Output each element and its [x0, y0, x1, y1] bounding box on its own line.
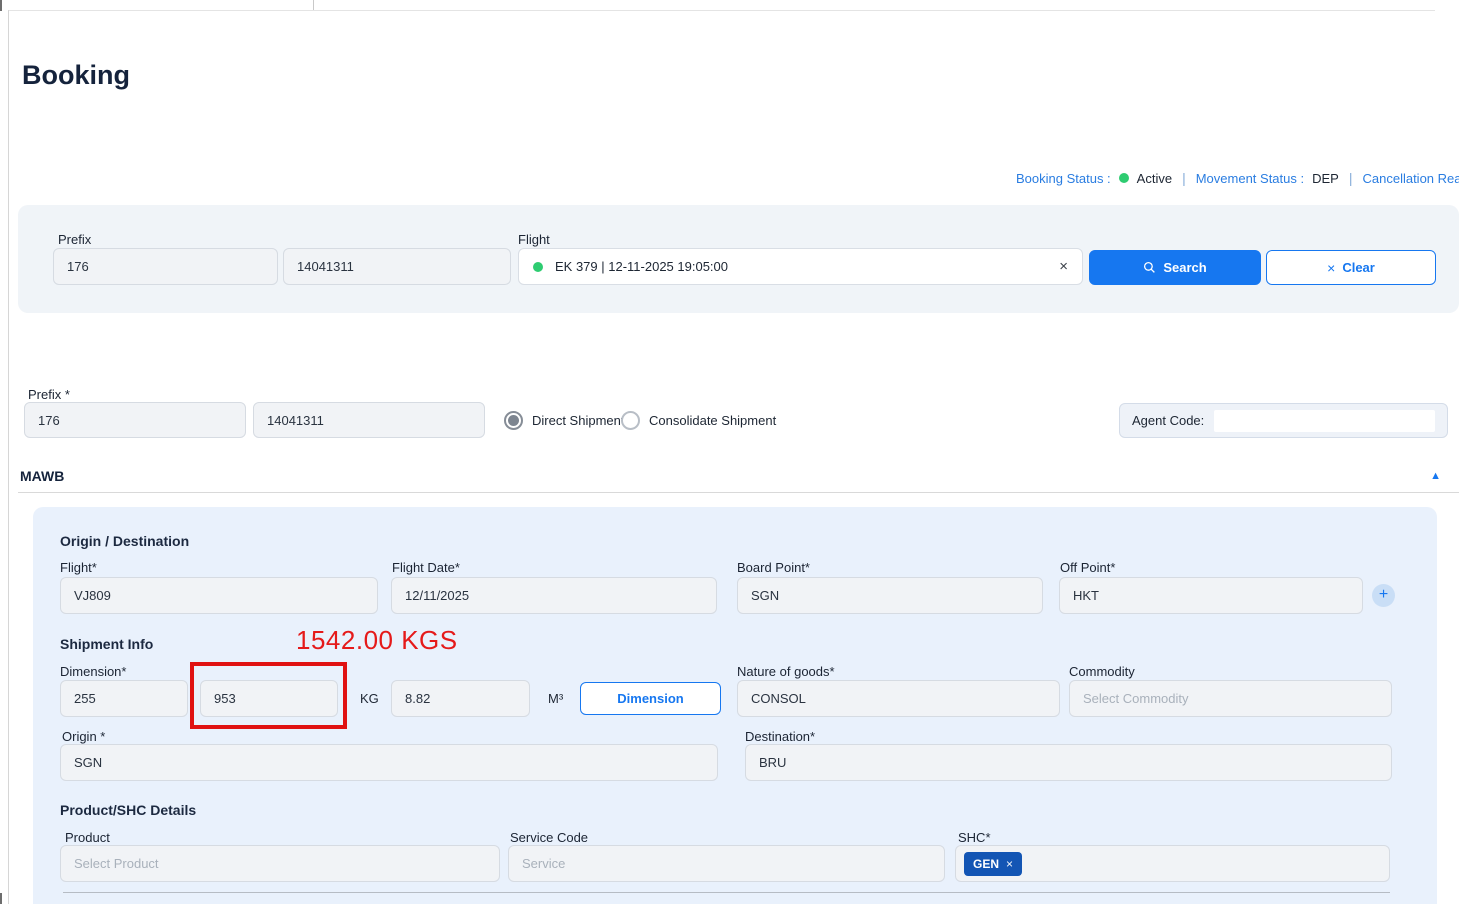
booking-prefix-input[interactable]: [24, 402, 246, 438]
mawb-header-divider: [18, 492, 1459, 493]
flight-select-value: EK 379 | 12-11-2025 19:05:00: [555, 259, 1047, 274]
origin-input[interactable]: [60, 744, 718, 781]
consolidate-shipment-radio[interactable]: Consolidate Shipment: [621, 411, 776, 430]
board-point-input[interactable]: [737, 577, 1043, 614]
page-title: Booking: [22, 60, 130, 91]
left-border-line: [8, 10, 9, 904]
booking-status-label: Booking Status :: [1016, 171, 1111, 186]
radio-unselected-icon: [621, 411, 640, 430]
product-label: Product: [65, 830, 110, 845]
flight-clear-icon[interactable]: ×: [1059, 259, 1068, 274]
pieces-input[interactable]: [60, 680, 188, 717]
mawb-section-label: MAWB: [20, 468, 64, 484]
top-tick-artifact: [313, 0, 314, 10]
origin-label: Origin *: [62, 729, 105, 744]
cancellation-reason-label: Cancellation Reason :: [1362, 171, 1459, 186]
off-point-label: Off Point*: [1060, 560, 1115, 575]
agent-code-label: Agent Code:: [1132, 413, 1204, 428]
booking-page: Booking Booking Status : Active | Moveme…: [0, 0, 1459, 904]
clear-button[interactable]: × Clear: [1266, 250, 1436, 285]
off-point-input[interactable]: [1059, 577, 1363, 614]
search-icon: [1143, 261, 1156, 274]
booking-prefix-label: Prefix *: [28, 387, 70, 402]
nature-of-goods-input[interactable]: [737, 680, 1060, 717]
movement-status-label: Movement Status :: [1196, 171, 1304, 186]
volume-unit-label: M³: [548, 691, 563, 706]
chip-remove-icon[interactable]: ×: [1006, 857, 1013, 871]
flight-status-dot-icon: [533, 262, 543, 272]
commodity-label: Commodity: [1069, 664, 1135, 679]
shipment-info-heading: Shipment Info: [60, 636, 153, 652]
status-separator: |: [1180, 170, 1188, 186]
search-button[interactable]: Search: [1089, 250, 1261, 285]
shc-field[interactable]: GEN ×: [955, 845, 1390, 882]
add-route-button[interactable]: +: [1372, 584, 1395, 607]
product-shc-heading: Product/SHC Details: [60, 802, 196, 818]
flight-date-input[interactable]: [391, 577, 717, 614]
booking-awb-number-input[interactable]: [253, 402, 485, 438]
search-prefix-input[interactable]: [53, 248, 278, 285]
direct-shipment-radio[interactable]: Direct Shipment: [504, 411, 624, 430]
dimension-button[interactable]: Dimension: [580, 682, 721, 715]
collapse-caret-icon[interactable]: ▲: [1430, 470, 1447, 482]
agent-code-input[interactable]: [1214, 410, 1435, 432]
window-edge-artifact-top: [0, 0, 2, 11]
weight-input[interactable]: [200, 680, 338, 717]
status-bar: Booking Status : Active | Movement Statu…: [1016, 170, 1459, 186]
radio-selected-icon: [504, 411, 523, 430]
commodity-select[interactable]: [1069, 680, 1392, 717]
nature-of-goods-label: Nature of goods*: [737, 664, 835, 679]
destination-input[interactable]: [745, 744, 1392, 781]
search-button-label: Search: [1163, 260, 1206, 275]
origin-destination-heading: Origin / Destination: [60, 533, 189, 549]
clear-button-label: Clear: [1342, 260, 1375, 275]
search-flight-label: Flight: [518, 232, 550, 247]
shc-label: SHC*: [958, 830, 991, 845]
consolidate-shipment-label: Consolidate Shipment: [649, 413, 776, 428]
dimension-label: Dimension*: [60, 664, 126, 679]
flight-number-input[interactable]: [60, 577, 378, 614]
window-edge-artifact-bottom: [0, 893, 2, 904]
status-separator: |: [1347, 170, 1355, 186]
active-status-dot-icon: [1119, 173, 1129, 183]
weight-unit-label: KG: [360, 691, 379, 706]
panel-bottom-divider: [63, 892, 1390, 893]
weight-annotation: 1542.00 KGS: [296, 625, 458, 656]
agent-code-box: Agent Code:: [1119, 403, 1448, 438]
movement-status-value: DEP: [1312, 171, 1339, 186]
flight-select[interactable]: EK 379 | 12-11-2025 19:05:00 ×: [518, 248, 1083, 285]
flight-number-label: Flight*: [60, 560, 97, 575]
search-prefix-label: Prefix: [58, 232, 91, 247]
service-code-input[interactable]: [508, 845, 945, 882]
shc-chip-label: GEN: [973, 857, 999, 871]
destination-label: Destination*: [745, 729, 815, 744]
top-divider-line: [8, 10, 1435, 11]
clear-icon: ×: [1327, 260, 1335, 276]
volume-input[interactable]: [391, 680, 530, 717]
product-select[interactable]: [60, 845, 500, 882]
board-point-label: Board Point*: [737, 560, 810, 575]
flight-date-label: Flight Date*: [392, 560, 460, 575]
direct-shipment-label: Direct Shipment: [532, 413, 624, 428]
search-awb-number-input[interactable]: [283, 248, 511, 285]
shc-chip-gen: GEN ×: [964, 852, 1022, 876]
mawb-section-header[interactable]: MAWB ▲: [20, 468, 1447, 484]
service-code-label: Service Code: [510, 830, 588, 845]
booking-status-value: Active: [1137, 171, 1172, 186]
